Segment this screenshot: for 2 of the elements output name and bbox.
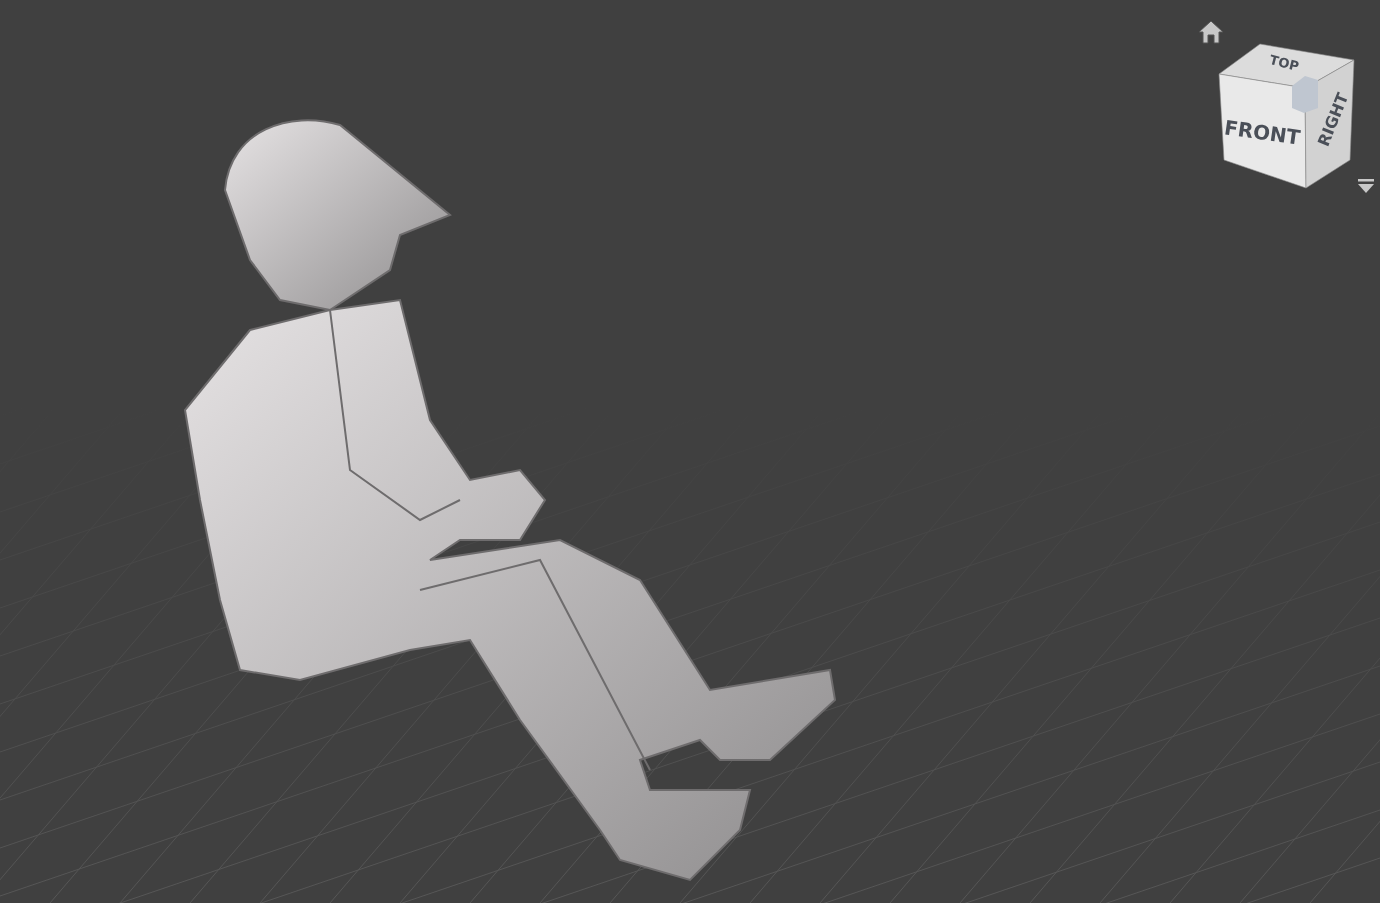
cube-face-label[interactable]: TOP: [1268, 52, 1301, 74]
home-icon[interactable]: [1197, 18, 1225, 46]
